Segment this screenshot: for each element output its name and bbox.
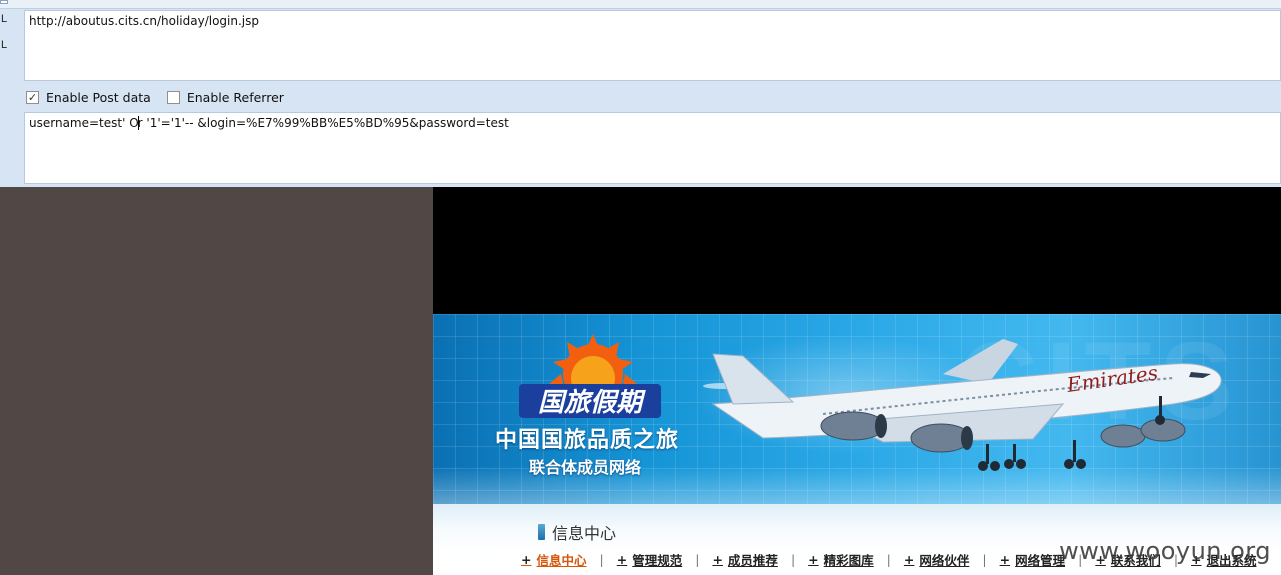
post-data-input[interactable]: username=test' Or '1'='1'-- &login=%E7%9… — [24, 112, 1281, 184]
banner-slogan-main: 中国国旅品质之旅 — [495, 428, 680, 453]
url-value: http://aboutus.cits.cn/holiday/login.jsp — [29, 14, 259, 28]
header-banner: CITS 国旅假期 中国国旅品质之旅 联合体成员网络 — [433, 314, 1281, 504]
nav-item-4[interactable]: + 网络伙伴 — [904, 550, 970, 569]
nav-item-5[interactable]: + 网络管理 — [1000, 550, 1066, 569]
url-input[interactable]: http://aboutus.cits.cn/holiday/login.jsp — [24, 10, 1281, 81]
nav-plus-icon: + — [808, 552, 819, 567]
nav-separator: | — [599, 552, 604, 567]
panel-corner-box — [0, 0, 8, 4]
enable-referrer-label: Enable Referrer — [186, 89, 284, 105]
nav-separator: | — [982, 552, 987, 567]
post-data-text-before-caret: username=test' O — [29, 116, 139, 130]
logo-text: 国旅假期 — [538, 388, 646, 418]
enable-post-data-label: Enable Post data — [46, 89, 151, 105]
nav-item-label: 管理规范 — [632, 553, 683, 568]
airplane-image: Emirates — [703, 339, 1222, 471]
nav-plus-icon: + — [903, 552, 915, 567]
web-page: CITS 国旅假期 中国国旅品质之旅 联合体成员网络 — [433, 187, 1281, 575]
page-top-black-band — [433, 187, 1281, 314]
section-title: 信息中心 — [538, 520, 616, 544]
gutter-label-split-url[interactable]: L — [1, 39, 7, 51]
enable-referrer-checkbox[interactable] — [166, 90, 180, 104]
options-row: ✓ Enable Post data Enable Referrer — [26, 88, 300, 106]
nav-item-0[interactable]: + 信息中心 — [521, 550, 587, 569]
post-data-text-after-caret: r '1'='1'-- &login=%E7%99%BB%E5%BD%95&pa… — [137, 116, 509, 130]
enable-post-data-checkbox[interactable]: ✓ — [26, 90, 39, 104]
hackbar-panel: L L http://aboutus.cits.cn/holiday/login… — [0, 0, 1281, 187]
guolv-holiday-logo[interactable]: 国旅假期 — [515, 332, 665, 422]
nav-separator: | — [886, 552, 891, 567]
nav-item-3[interactable]: + 精彩图库 — [808, 550, 874, 569]
nav-separator: | — [695, 552, 700, 567]
nav-item-label: 信息中心 — [536, 553, 587, 568]
banner-slogan-sub: 联合体成员网络 — [529, 458, 642, 477]
enable-post-data-option[interactable]: ✓ Enable Post data — [26, 90, 151, 105]
panel-top-strip — [0, 0, 1281, 9]
site-watermark: www.wooyun.org — [1059, 537, 1271, 565]
nav-separator: | — [790, 552, 796, 567]
section-title-text: 信息中心 — [552, 524, 617, 543]
gutter-label-load-url[interactable]: L — [1, 13, 7, 25]
nav-plus-icon: + — [521, 552, 532, 567]
enable-referrer-option[interactable]: Enable Referrer — [166, 89, 284, 105]
nav-item-label: 精彩图库 — [823, 553, 874, 568]
nav-item-label: 网络管理 — [1015, 553, 1066, 568]
nav-plus-icon: + — [712, 552, 723, 567]
nav-item-1[interactable]: + 管理规范 — [617, 550, 683, 569]
nav-item-label: 网络伙伴 — [919, 553, 970, 568]
nav-item-2[interactable]: + 成员推荐 — [712, 550, 778, 569]
browser-background-left — [0, 187, 433, 575]
section-title-icon — [538, 524, 545, 540]
nav-plus-icon: + — [616, 552, 628, 567]
nav-plus-icon: + — [999, 552, 1011, 567]
nav-item-label: 成员推荐 — [727, 553, 778, 568]
